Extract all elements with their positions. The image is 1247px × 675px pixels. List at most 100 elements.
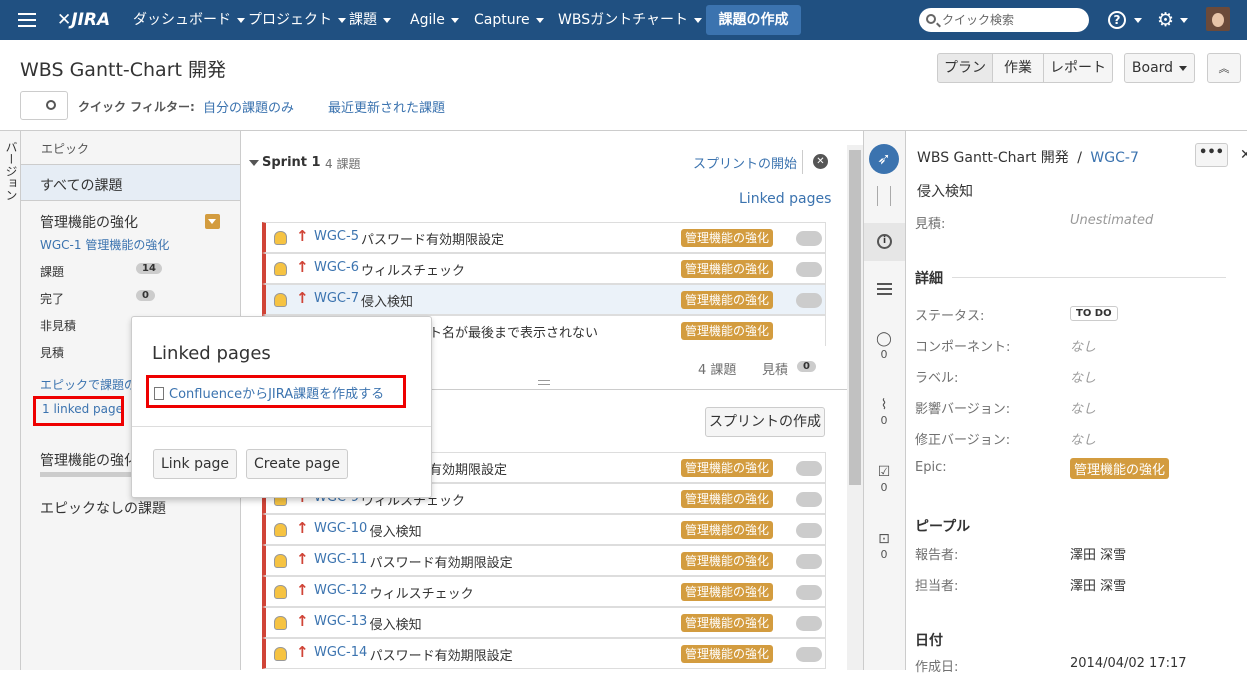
epic-name-second[interactable]: 管理機能の強化	[40, 450, 138, 470]
more-actions-button[interactable]: •••	[1195, 143, 1228, 167]
drag-handle[interactable]	[877, 186, 891, 206]
field-label: ラベル:	[915, 371, 959, 386]
priority-arrow-icon: ↑	[296, 258, 309, 276]
linked-pages-link[interactable]: Linked pages	[739, 191, 831, 207]
avatar[interactable]	[1206, 7, 1230, 31]
issue-row[interactable]: ↑ WGC-14 パスワード有効期限設定 管理機能の強化	[262, 638, 826, 669]
epic-label[interactable]: 管理機能の強化	[681, 229, 774, 247]
issue-summary[interactable]: 侵入検知	[917, 181, 973, 201]
create-page-button[interactable]: Create page	[246, 449, 348, 479]
epic-label[interactable]: 管理機能の強化	[681, 552, 774, 570]
nav-capture[interactable]: Capture	[474, 0, 544, 40]
epic-label[interactable]: 管理機能の強化	[681, 490, 774, 508]
assignee-value[interactable]: 澤田 深雪	[1070, 575, 1126, 594]
scrollbar[interactable]	[847, 145, 863, 670]
field-value[interactable]: なし	[1070, 429, 1096, 448]
nav-issues[interactable]: 課題	[349, 0, 391, 40]
filter-recently-updated[interactable]: 最近更新された課題	[328, 97, 445, 116]
search-box[interactable]	[20, 91, 68, 120]
create-sprint-button[interactable]: スプリントの作成	[705, 407, 825, 437]
issue-key[interactable]: WGC-14	[314, 645, 367, 660]
nav-agile[interactable]: Agile	[410, 0, 459, 40]
mode-report-button[interactable]: レポート	[1043, 53, 1113, 83]
issue-key-link[interactable]: WGC-7	[1090, 150, 1138, 166]
count-badge: 14	[136, 263, 162, 274]
issue-key[interactable]: WGC-10	[314, 521, 367, 536]
highlight-confluence-page	[146, 375, 406, 408]
epic-label[interactable]: 管理機能の強化	[681, 614, 774, 632]
settings-button[interactable]: ⚙	[1157, 0, 1189, 40]
double-chevron-up-icon: ︽	[1218, 62, 1230, 75]
epic-label[interactable]: 管理機能の強化	[681, 583, 774, 601]
tab-subtasks[interactable]: ☑ 0	[874, 464, 894, 495]
close-sprint-button[interactable]: ✕	[813, 154, 828, 169]
issue-key[interactable]: WGC-7	[314, 291, 359, 306]
improvement-icon	[274, 523, 287, 537]
epic-create-issue-link[interactable]: エピックで課題の作	[40, 376, 140, 393]
issue-type-avatar[interactable]: ➶	[869, 144, 899, 174]
filter-my-issues[interactable]: 自分の課題のみ	[203, 97, 294, 116]
field-value[interactable]: TO DO	[1070, 306, 1118, 321]
reporter-value[interactable]: 澤田 深雪	[1070, 544, 1126, 563]
nav-dashboard[interactable]: ダッシュボード	[133, 0, 245, 40]
help-menu-caret[interactable]	[1128, 0, 1142, 40]
issue-key[interactable]: WGC-5	[314, 229, 359, 244]
epic-label[interactable]: 管理機能の強化	[681, 459, 774, 477]
menu-icon[interactable]	[18, 12, 36, 28]
project-link[interactable]: WBS Gantt-Chart 開発	[917, 150, 1069, 166]
collapse-header-button[interactable]: ︽	[1207, 53, 1241, 83]
epic-label[interactable]: 管理機能の強化	[681, 260, 774, 278]
board-menu-button[interactable]: Board	[1124, 53, 1195, 83]
epic-key-link[interactable]: WGC-1 管理機能の強化	[40, 236, 169, 253]
versions-panel-toggle[interactable]: バージョン	[0, 131, 21, 670]
field-value[interactable]: なし	[1070, 336, 1096, 355]
issue-row[interactable]: ↑ WGC-7 侵入検知 管理機能の強化	[262, 284, 826, 315]
issue-key[interactable]: WGC-11	[314, 552, 367, 567]
jira-logo[interactable]: ✕JIRA	[57, 0, 110, 40]
mode-work-button[interactable]: 作業	[992, 53, 1044, 83]
tab-details[interactable]: i	[864, 223, 905, 261]
field-value[interactable]: なし	[1070, 398, 1096, 417]
sprint-footer-estimate: 0	[797, 361, 816, 372]
scrollbar-thumb[interactable]	[849, 150, 861, 485]
tab-comments[interactable]: ◯ 0	[874, 331, 894, 362]
create-issue-button[interactable]: 課題の作成	[706, 5, 801, 35]
quick-search-input[interactable]: クイック検索	[919, 8, 1089, 32]
epic-dropdown-button[interactable]	[205, 214, 220, 229]
nav-projects[interactable]: プロジェクト	[248, 0, 346, 40]
estimate-value[interactable]: Unestimated	[1070, 213, 1153, 228]
issue-row[interactable]: ↑ WGC-5 パスワード有効期限設定 管理機能の強化	[262, 222, 826, 253]
priority-arrow-icon: ↑	[296, 581, 309, 599]
help-button[interactable]: ?	[1108, 11, 1126, 29]
issue-row[interactable]: ↑ WGC-6 ウィルスチェック 管理機能の強化	[262, 253, 826, 284]
mode-plan-button[interactable]: プラン	[937, 53, 993, 83]
tab-description[interactable]	[877, 283, 892, 295]
close-detail-button[interactable]: ✕	[1240, 147, 1247, 163]
issue-row[interactable]: ↑ WGC-10 侵入検知 管理機能の強化	[262, 514, 826, 545]
field-label: コンポーネント:	[915, 340, 1011, 355]
epic-name[interactable]: 管理機能の強化	[40, 212, 138, 232]
link-page-button[interactable]: Link page	[153, 449, 237, 479]
issue-row[interactable]: ↑ WGC-12 ウィルスチェック 管理機能の強化	[262, 576, 826, 607]
drag-handle[interactable]	[538, 380, 550, 385]
issue-key[interactable]: WGC-6	[314, 260, 359, 275]
epic-panel-heading: エピック	[41, 142, 90, 156]
issue-row[interactable]: ↑ WGC-11 パスワード有効期限設定 管理機能の強化	[262, 545, 826, 576]
tab-attachments[interactable]: ⌇ 0	[874, 397, 894, 428]
epic-label[interactable]: 管理機能の強化	[681, 322, 774, 340]
epic-label[interactable]: 管理機能の強化	[681, 645, 774, 663]
epic-label[interactable]: 管理機能の強化	[681, 521, 774, 539]
epic-label[interactable]: 管理機能の強化	[681, 291, 774, 309]
tab-screenshots[interactable]: ⊡ 0	[874, 531, 894, 562]
start-sprint-link[interactable]: スプリントの開始	[693, 153, 797, 172]
all-issues-item[interactable]: すべての課題	[21, 164, 240, 201]
issue-key[interactable]: WGC-13	[314, 614, 367, 629]
remove-epic-icon[interactable]: ✕	[1178, 459, 1188, 473]
issue-key[interactable]: WGC-12	[314, 583, 367, 598]
issue-row[interactable]: ↑ WGC-13 侵入検知 管理機能の強化	[262, 607, 826, 638]
field-value[interactable]: 管理機能の強化	[1070, 458, 1170, 479]
estimate-label: 見積:	[915, 217, 946, 232]
field-value[interactable]: なし	[1070, 367, 1096, 386]
no-epic-issues-item[interactable]: エピックなしの課題	[40, 498, 166, 518]
nav-wbs-gantt[interactable]: WBSガントチャート	[558, 0, 702, 40]
